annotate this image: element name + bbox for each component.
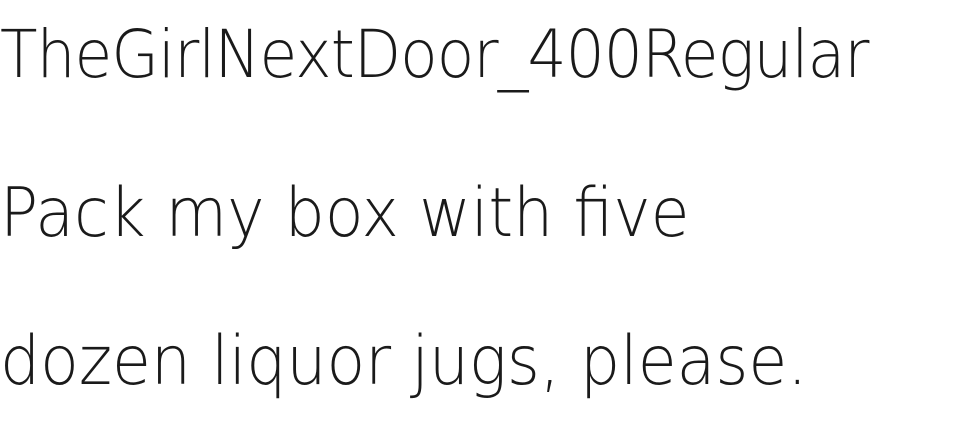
pangram-line-2: dozen liquor jugs, please. [0,322,808,401]
font-preview-page: TheGirlNextDoor_400Regular Pack my box w… [0,0,967,445]
pangram-line-1: Pack my box with five [0,174,690,253]
font-name-title: TheGirlNextDoor_400Regular [0,16,870,93]
